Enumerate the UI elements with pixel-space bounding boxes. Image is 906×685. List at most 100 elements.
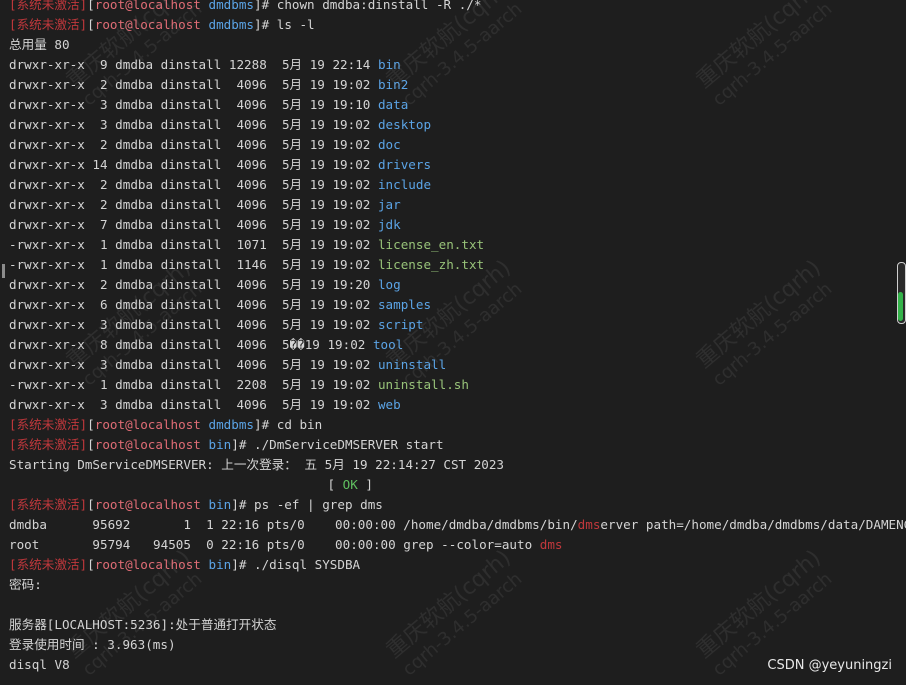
terminal-text: root@localhost: [94, 17, 201, 32]
terminal-text: jar: [377, 197, 401, 212]
terminal-text: [系统未激活]: [9, 0, 88, 12]
terminal-text: drwxr-xr-x 2 dmdba dinstall 4096 5月 19 1…: [9, 137, 378, 152]
terminal-text: drwxr-xr-x 8 dmdba dinstall 4096 5��19 1…: [9, 337, 373, 352]
terminal-text: [系统未激活]: [9, 417, 88, 432]
terminal-text: ]# ls -l: [253, 17, 315, 32]
terminal-line: [系统未激活][root@localhost dmdbms]# ls -l: [9, 15, 906, 35]
terminal-line: 密码:: [9, 575, 906, 595]
terminal-line: [系统未激活][root@localhost dmdbms]# chown dm…: [9, 0, 906, 15]
terminal-text: root 95794 94505 0 22:16 pts/0 00:00:00 …: [9, 537, 540, 552]
terminal-text: ]# chown dmdba:dinstall -R ./*: [253, 0, 482, 12]
terminal-text: drwxr-xr-x 7 dmdba dinstall 4096 5月 19 1…: [9, 217, 378, 232]
terminal-text: -rwxr-xr-x 1 dmdba dinstall 2208 5月 19 1…: [9, 377, 378, 392]
terminal-text: root@localhost: [94, 417, 201, 432]
terminal-line: drwxr-xr-x 2 dmdba dinstall 4096 5月 19 1…: [9, 275, 906, 295]
terminal-text: OK: [342, 477, 358, 492]
line-marker: [2, 264, 5, 278]
terminal-text: ]: [357, 477, 373, 492]
terminal-text: -rwxr-xr-x 1 dmdba dinstall 1071 5月 19 1…: [9, 237, 378, 252]
terminal-line: 服务器[LOCALHOST:5236]:处于普通打开状态: [9, 615, 906, 635]
terminal-text: license_en.txt: [377, 237, 485, 252]
terminal-line: -rwxr-xr-x 1 dmdba dinstall 1071 5月 19 1…: [9, 235, 906, 255]
terminal-line: drwxr-xr-x 3 dmdba dinstall 4096 5月 19 1…: [9, 115, 906, 135]
terminal-text: [系统未激活]: [9, 557, 88, 572]
terminal-line: drwxr-xr-x 3 dmdba dinstall 4096 5月 19 1…: [9, 95, 906, 115]
terminal-text: license_zh.txt: [377, 257, 485, 272]
terminal-text: [: [87, 0, 95, 12]
terminal-text: [: [87, 497, 95, 512]
terminal-text: bin2: [377, 77, 409, 92]
terminal-text: [: [87, 417, 95, 432]
terminal-line: dmdba 95692 1 1 22:16 pts/0 00:00:00 /ho…: [9, 515, 906, 535]
terminal-text: erver path=/home/dmdba/dmdbms/data/DAMEN…: [600, 517, 906, 532]
terminal-text: data: [377, 97, 409, 112]
terminal-line: [系统未激活][root@localhost bin]# ./DmService…: [9, 435, 906, 455]
terminal-output: [系统未激活][root@localhost dmdbms]# chown dm…: [9, 0, 906, 675]
terminal-text: dmdba 95692 1 1 22:16 pts/0 00:00:00 /ho…: [9, 517, 578, 532]
terminal-line: drwxr-xr-x 3 dmdba dinstall 4096 5月 19 1…: [9, 395, 906, 415]
terminal-line: drwxr-xr-x 7 dmdba dinstall 4096 5月 19 1…: [9, 215, 906, 235]
terminal-text: log: [377, 277, 401, 292]
terminal-text: drwxr-xr-x 14 dmdba dinstall 4096 5月 19 …: [9, 157, 378, 172]
terminal-line: root 95794 94505 0 22:16 pts/0 00:00:00 …: [9, 535, 906, 555]
terminal-line: drwxr-xr-x 8 dmdba dinstall 4096 5��19 1…: [9, 335, 906, 355]
terminal-text: [: [9, 477, 343, 492]
terminal-text: drwxr-xr-x 2 dmdba dinstall 4096 5月 19 1…: [9, 197, 378, 212]
terminal-text: web: [377, 397, 401, 412]
terminal-text: 登录使用时间 : 3.963(ms): [9, 637, 176, 652]
terminal-text: doc: [377, 137, 401, 152]
terminal-text: root@localhost: [94, 497, 201, 512]
terminal-text: include: [377, 177, 432, 192]
terminal-text: drwxr-xr-x 3 dmdba dinstall 4096 5月 19 1…: [9, 97, 378, 112]
terminal-text: 服务器[LOCALHOST:5236]:处于普通打开状态: [9, 617, 277, 632]
terminal-line: [ OK ]: [9, 475, 906, 495]
terminal-text: 密码:: [9, 577, 42, 592]
terminal-line: [系统未激活][root@localhost dmdbms]# cd bin: [9, 415, 906, 435]
terminal-text: [系统未激活]: [9, 17, 88, 32]
terminal-text: tool: [372, 337, 404, 352]
terminal-window[interactable]: [系统未激活][root@localhost dmdbms]# chown dm…: [0, 0, 906, 685]
terminal-line: [系统未激活][root@localhost bin]# ./disql SYS…: [9, 555, 906, 575]
terminal-line: drwxr-xr-x 2 dmdba dinstall 4096 5月 19 1…: [9, 75, 906, 95]
terminal-line: drwxr-xr-x 3 dmdba dinstall 4096 5月 19 1…: [9, 355, 906, 375]
terminal-text: dmdbms: [208, 417, 254, 432]
csdn-credit: CSDN @yeyuningzi: [767, 658, 892, 673]
terminal-text: root@localhost: [94, 437, 201, 452]
terminal-line: 总用量 80: [9, 35, 906, 55]
terminal-text: Starting DmServiceDMSERVER: 上一次登录： 五 5月 …: [9, 457, 505, 472]
terminal-text: bin: [377, 57, 401, 72]
terminal-text: 总用量 80: [9, 37, 70, 52]
terminal-text: drwxr-xr-x 3 dmdba dinstall 4096 5月 19 1…: [9, 117, 378, 132]
terminal-text: drwxr-xr-x 3 dmdba dinstall 4096 5月 19 1…: [9, 357, 378, 372]
terminal-line: -rwxr-xr-x 1 dmdba dinstall 1146 5月 19 1…: [9, 255, 906, 275]
terminal-text: root@localhost: [94, 557, 201, 572]
terminal-text: dms: [539, 537, 563, 552]
terminal-line: 登录使用时间 : 3.963(ms): [9, 635, 906, 655]
terminal-text: drwxr-xr-x 2 dmdba dinstall 4096 5月 19 1…: [9, 77, 378, 92]
terminal-text: bin: [208, 437, 232, 452]
scrollbar[interactable]: [896, 262, 906, 324]
terminal-text: script: [377, 317, 424, 332]
terminal-text: ]# ./disql SYSDBA: [231, 557, 361, 572]
terminal-line: drwxr-xr-x 9 dmdba dinstall 12288 5月 19 …: [9, 55, 906, 75]
terminal-text: dmdbms: [208, 17, 254, 32]
terminal-text: drwxr-xr-x 3 dmdba dinstall 4096 5月 19 1…: [9, 397, 378, 412]
scrollbar-thumb[interactable]: [898, 292, 903, 321]
terminal-text: bin: [208, 557, 232, 572]
terminal-text: drwxr-xr-x 2 dmdba dinstall 4096 5月 19 1…: [9, 177, 378, 192]
terminal-text: drivers: [377, 157, 432, 172]
terminal-line: Starting DmServiceDMSERVER: 上一次登录： 五 5月 …: [9, 455, 906, 475]
terminal-text: [系统未激活]: [9, 437, 88, 452]
terminal-text: drwxr-xr-x 9 dmdba dinstall 12288 5月 19 …: [9, 57, 378, 72]
terminal-line: drwxr-xr-x 14 dmdba dinstall 4096 5月 19 …: [9, 155, 906, 175]
terminal-text: uninstall.sh: [377, 377, 469, 392]
terminal-text: root@localhost: [94, 0, 201, 12]
terminal-line: drwxr-xr-x 2 dmdba dinstall 4096 5月 19 1…: [9, 175, 906, 195]
terminal-line: -rwxr-xr-x 1 dmdba dinstall 2208 5月 19 1…: [9, 375, 906, 395]
terminal-text: desktop: [377, 117, 432, 132]
terminal-text: drwxr-xr-x 2 dmdba dinstall 4096 5月 19 1…: [9, 277, 378, 292]
terminal-text: ]# cd bin: [253, 417, 323, 432]
terminal-text: [: [87, 557, 95, 572]
terminal-line: [系统未激活][root@localhost bin]# ps -ef | gr…: [9, 495, 906, 515]
